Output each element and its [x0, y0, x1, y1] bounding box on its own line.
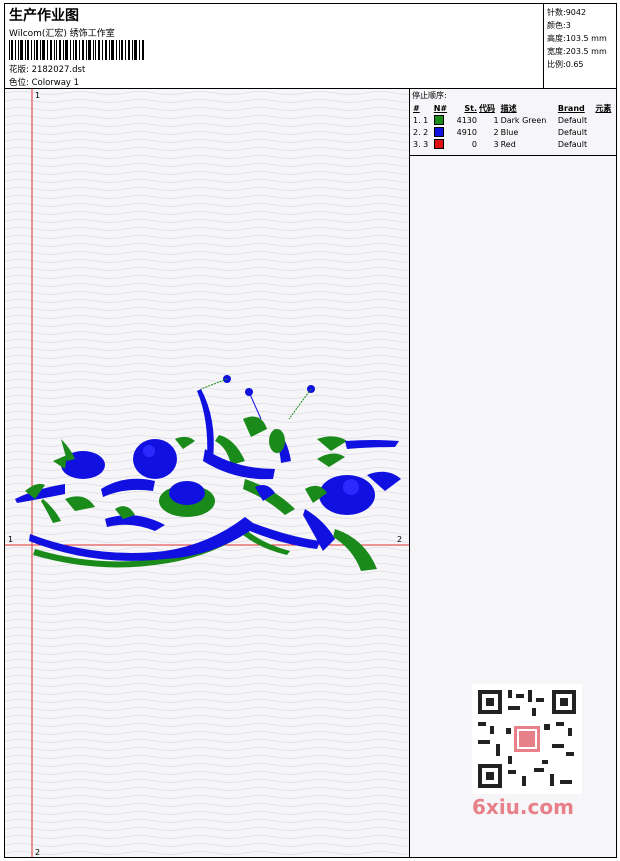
stat-width: 宽度:203.5 mm: [547, 47, 607, 56]
col-stitches: St.: [464, 103, 477, 113]
embroidery-design: 1 1 2 2: [5, 89, 409, 857]
row-stitches: 4130: [456, 115, 477, 125]
row-brand: Default: [557, 139, 588, 149]
axis-marker-top: 1: [35, 91, 40, 100]
table-row: 1. 1 4130 1 Dark Green Default: [412, 114, 616, 126]
table-row: 2. 2 4910 2 Blue Default: [412, 126, 616, 138]
row-desc: Dark Green: [500, 115, 547, 125]
header: 生产作业图 Wilcom(汇宏) 绣饰工作室 花版: 2182027.dst 色…: [5, 4, 616, 89]
row-num: 1. 1: [413, 115, 429, 125]
row-code: 3: [493, 139, 499, 149]
stop-sequence-heading: 停止顺序:: [412, 91, 447, 100]
production-sheet: 生产作业图 Wilcom(汇宏) 绣饰工作室 花版: 2 182027.dst 色…: [0, 0, 620, 861]
color-sequence-table: # N# St. 代码 描述 Brand 元素 1. 1 4130 1 Dark…: [412, 102, 616, 150]
row-brand: Default: [557, 127, 588, 137]
row-code: 2: [493, 127, 499, 137]
pattern-row: 花版: 2182027.dst: [9, 63, 85, 75]
row-brand: Default: [557, 115, 588, 125]
pattern-value: 2182027.dst: [31, 65, 86, 75]
barcode-icon: [9, 40, 144, 60]
col-element: 元素: [595, 103, 612, 113]
row-element: [594, 126, 616, 138]
row-desc: Blue: [500, 127, 519, 137]
sheet-frame: 生产作业图 Wilcom(汇宏) 绣饰工作室 花版: 2 182027.dst 色…: [4, 3, 617, 858]
stat-scale: 比例:0.65: [547, 60, 584, 69]
page-title: 生产作业图: [9, 8, 79, 24]
row-element: [594, 138, 616, 150]
col-desc: 描述: [500, 103, 517, 113]
row-stitches: 4910: [456, 127, 477, 137]
stat-stitches: 针数:9042: [547, 8, 587, 17]
divider: [410, 155, 616, 156]
col-code: 代码: [478, 103, 495, 113]
row-num: 2. 2: [413, 127, 429, 137]
stat-colors: 颜色:3: [547, 21, 571, 30]
row-desc: Red: [500, 139, 516, 149]
axis-marker-right: 2: [397, 535, 402, 544]
row-element: [594, 114, 616, 126]
row-stitches: 0: [471, 139, 477, 149]
col-num: #: [413, 103, 420, 113]
table-header-row: # N# St. 代码 描述 Brand 元素: [412, 102, 616, 114]
color-swatch: [433, 126, 451, 138]
colorway-row: 色位: Colorway 1: [9, 76, 79, 88]
colorway-value: Colorway 1: [31, 78, 80, 88]
axis-marker-bottom: 2: [35, 848, 40, 857]
stat-height: 高度:103.5 mm: [547, 34, 607, 43]
col-brand: Brand: [557, 103, 585, 113]
color-swatch: [433, 138, 451, 150]
table-row: 3. 3 0 3 Red Default: [412, 138, 616, 150]
col-needle: N#: [433, 103, 448, 113]
colorway-label: 色位:: [9, 78, 29, 88]
company-name: Wilcom(汇宏) 绣饰工作室: [9, 29, 115, 39]
qr-code-icon: [472, 684, 582, 794]
stop-sequence-panel: 停止顺序: # N# St. 代码 描述 Brand 元素 1. 1 4130: [410, 89, 616, 857]
row-num: 3. 3: [413, 139, 429, 149]
pattern-label: 花版:: [9, 65, 29, 75]
color-swatch: [433, 114, 451, 126]
watermark: 6xiu.com: [472, 795, 574, 819]
axis-marker-left: 1: [8, 535, 13, 544]
stats-panel: 针数:9042 颜色:3 高度:103.5 mm 宽度:203.5 mm 比例:…: [543, 4, 617, 88]
row-code: 1: [493, 115, 499, 125]
design-preview: 1 1 2 2: [5, 89, 410, 857]
